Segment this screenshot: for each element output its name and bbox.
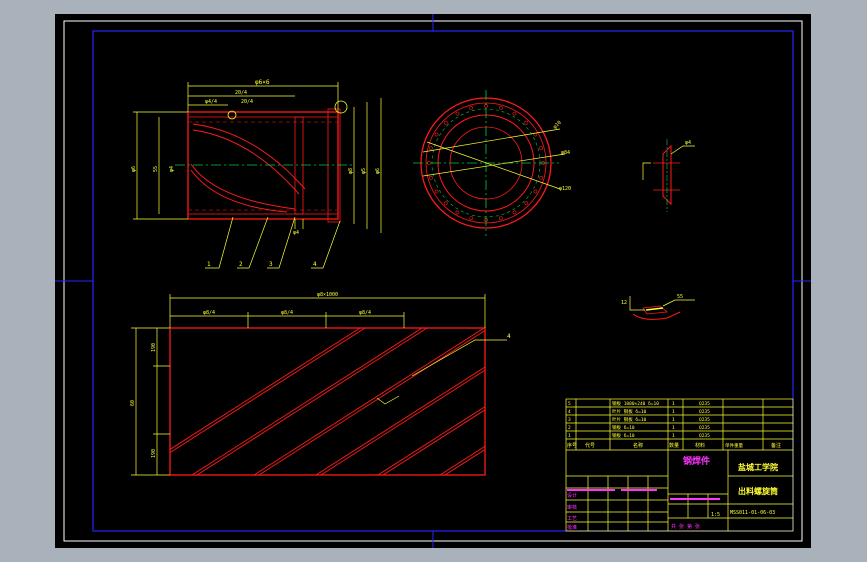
part-row-name: 叶片 钢板 δ=10 [612,416,647,423]
part-row-no: 2 [568,425,571,431]
header-qty: 数量 [669,442,679,449]
plate-left-dim-1: 190 [151,343,157,352]
part-row-material: Q235 [699,409,710,415]
header-no: 序号 [567,442,577,449]
callout-2: 2 [239,261,243,268]
sign-design: 设计 [567,492,577,499]
sign-approve: 批准 [567,524,577,531]
section-dim-2: φ5 [361,168,367,174]
header-weight: 单件重量 [725,442,743,449]
callout-3: 3 [269,261,273,268]
school-name: 盐城工学院 [738,462,778,472]
plate-left-dim-3: 190 [151,449,157,458]
header-remark: 备注 [771,442,781,449]
part-row-name: 钢板 δ=10 [612,424,635,431]
plate-note: 4 [507,333,511,340]
section-dim-4: φ4 [293,230,299,236]
part-row-qty: 1 [672,417,675,423]
left-dim-1: φ6 [131,166,137,172]
part-row-material: Q235 [699,401,710,407]
part-row-material: Q235 [699,433,710,439]
part-row-name: 叶片 钢板 δ=10 [612,408,647,415]
part-row-name: 钢板 δ=10 [612,432,635,439]
scale-value: 1:5 [711,512,720,518]
plate-seg-dim-1: φ8/4 [203,310,215,316]
left-dim-2: 55 [153,166,159,172]
header-code: 代号 [585,442,595,449]
segment-dim-2: φ4/4 [205,99,217,105]
sheet-background [55,14,811,548]
part-row-qty: 1 [672,425,675,431]
material-label: 钢焊件 [683,455,710,467]
detail-dim-1: φ4 [685,140,691,146]
sign-check: 审核 [567,504,577,511]
plate-seg-dim-3: φ8/4 [359,310,371,316]
plate-length-dim: φ8×1000 [317,292,338,298]
detail-dim-2: 55 [677,294,683,300]
drawing-sheet: φ6×6 20/4 φ4/4 20/4 φ6 55 φ4 φ8 φ5 φ6 φ4… [55,14,811,548]
plate-left-dim-2: 60 [130,400,136,406]
detail-dim-3: 12 [621,300,627,306]
segment-dim-1: 20/4 [235,90,247,96]
sign-process: 工艺 [567,516,577,522]
overall-length-dim: φ6×6 [255,79,270,86]
header-material: 材料 [695,442,705,449]
circle-dim-2: φ84 [561,150,570,156]
drawing-number: MSS011-01-06-03 [730,510,775,516]
part-row-material: Q235 [699,417,710,423]
part-row-qty: 1 [672,433,675,439]
part-row-qty: 1 [672,409,675,415]
part-row-no: 3 [568,417,571,423]
header-name: 名称 [633,442,643,449]
left-dim-3: φ4 [169,166,175,172]
part-title: 出料螺旋筒 [738,486,778,496]
part-row-no: 5 [568,401,571,407]
part-row-name: 钢板 1000×240 δ=10 [612,400,659,407]
cad-viewport: φ6×6 20/4 φ4/4 20/4 φ6 55 φ4 φ8 φ5 φ6 φ4… [0,0,867,562]
section-dim-1: φ8 [348,168,354,174]
plate-seg-dim-2: φ8/4 [281,310,293,316]
segment-dim-3: 20/4 [241,99,253,105]
sheet-label: 共 张 第 张 [671,523,700,530]
callout-4: 4 [313,261,317,268]
part-row-qty: 1 [672,401,675,407]
section-dim-3: φ6 [375,168,381,174]
part-row-material: Q235 [699,425,710,431]
part-row-no: 4 [568,409,571,415]
part-row-no: 1 [568,433,571,439]
circle-dim-3: φ120 [559,186,571,192]
callout-1: 1 [207,261,211,268]
